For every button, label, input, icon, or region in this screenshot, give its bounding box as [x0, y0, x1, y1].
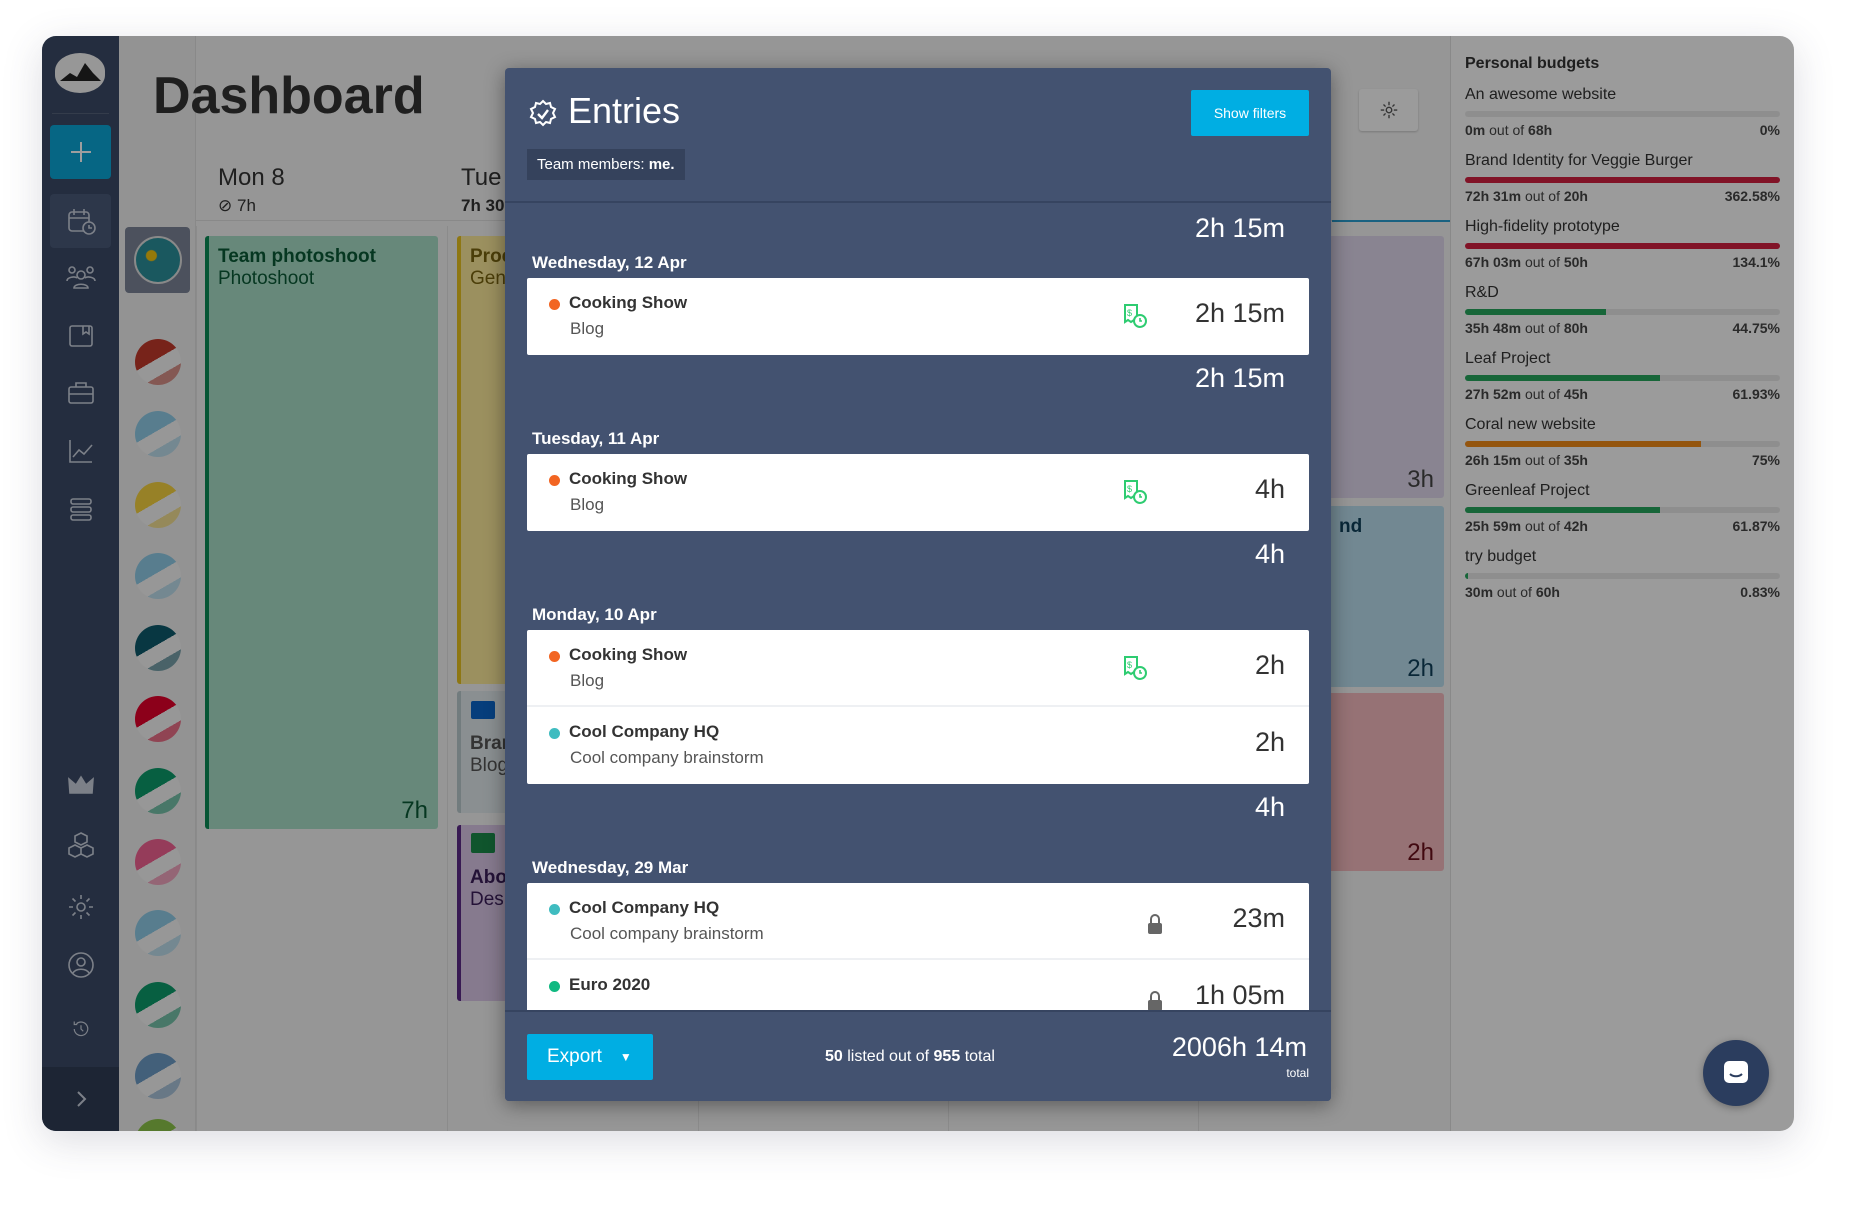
entries-card: Cooking Show Blog $2h Cool Company HQ Cool c…	[527, 630, 1309, 784]
group-total: 2h 15m	[1194, 363, 1285, 393]
filter-label: Team members:	[537, 156, 645, 173]
svg-text:$: $	[1127, 308, 1132, 318]
entries-card: Cool Company HQ Cool company brainstorm 23…	[527, 883, 1309, 1010]
svg-text:$: $	[1127, 660, 1132, 670]
lock-icon	[1148, 991, 1162, 1010]
entry-duration: 4h	[1254, 474, 1285, 504]
entry-duration: 1h 05m	[1194, 980, 1285, 1010]
date-heading: Wednesday, 29 Mar	[532, 858, 689, 877]
modal-footer: Export ▼ 50 listed out of 955 total 2006h…	[505, 1010, 1331, 1101]
entries-card: Cooking Show Blog $4h	[527, 454, 1309, 531]
total-text: total	[964, 1048, 995, 1065]
modal-title: Entries	[568, 90, 681, 131]
entry-duration: 2h	[1254, 650, 1285, 680]
entry-project: Cooking Show	[569, 293, 688, 312]
listed-text: listed out of	[847, 1048, 930, 1065]
export-button[interactable]: Export ▼	[527, 1034, 653, 1080]
entry-project: Cool Company HQ	[569, 722, 720, 741]
listed-count: 50 listed out of 955 total	[825, 1048, 995, 1066]
app-window: Dashboard Mon 8 ⊘ 7h Tue 7h 30m Team pho…	[42, 36, 1794, 1131]
entries-modal: Entries Team members: me. Show filters 2…	[505, 68, 1331, 1101]
group-total: 4h	[1254, 539, 1285, 569]
total-count: 955	[933, 1048, 961, 1065]
modal-header: Entries Team members: me. Show filters	[505, 68, 1331, 203]
project-color-dot	[549, 981, 560, 992]
entries-list: 2h 15m Wednesday, 12 Apr Cooking Show Blog $…	[505, 205, 1331, 1010]
billable-time-icon: $	[1124, 480, 1147, 504]
entry-row[interactable]: Cool Company HQ Cool company brainstorm 2h	[527, 707, 1309, 784]
caret-down-icon: ▼	[619, 1050, 632, 1064]
date-heading: Monday, 10 Apr	[532, 605, 657, 624]
date-heading: Tuesday, 11 Apr	[532, 429, 660, 448]
entry-row[interactable]: Cooking Show Blog $4h	[527, 454, 1309, 531]
project-color-dot	[549, 651, 560, 662]
entries-card: Cooking Show Blog $2h 15m	[527, 278, 1309, 355]
entry-task: Blog	[570, 319, 605, 338]
export-label: Export	[547, 1046, 602, 1067]
chat-button[interactable]	[1703, 1040, 1769, 1106]
entry-row[interactable]: Euro 2020 1h 05m	[527, 960, 1309, 1010]
entry-task: Cool company brainstorm	[570, 924, 764, 943]
svg-text:$: $	[1127, 484, 1132, 494]
entry-task: Cool company brainstorm	[570, 748, 764, 767]
entry-row[interactable]: Cooking Show Blog $2h	[527, 630, 1309, 707]
date-heading: Wednesday, 12 Apr	[532, 253, 687, 272]
grand-total: 2006h 14m	[1171, 1032, 1307, 1062]
show-filters-button[interactable]: Show filters	[1191, 90, 1309, 136]
group-total: 4h	[1254, 792, 1285, 822]
entry-task: Blog	[570, 495, 605, 514]
filter-value: me.	[648, 156, 675, 173]
billable-time-icon: $	[1124, 656, 1147, 680]
filter-summary[interactable]: Team members: me.	[527, 149, 685, 180]
entry-task: Blog	[570, 671, 605, 690]
project-color-dot	[549, 728, 560, 739]
entry-project: Cooking Show	[569, 645, 688, 664]
entry-project: Cooking Show	[569, 469, 688, 488]
entry-project: Euro 2020	[569, 975, 651, 994]
billable-time-icon: $	[1124, 304, 1147, 328]
check-badge-icon	[529, 99, 557, 127]
entry-row[interactable]: Cooking Show Blog $2h 15m	[527, 278, 1309, 355]
entry-project: Cool Company HQ	[569, 898, 720, 917]
entry-row[interactable]: Cool Company HQ Cool company brainstorm 23…	[527, 883, 1309, 960]
project-color-dot	[549, 904, 560, 915]
entry-duration: 23m	[1232, 903, 1285, 933]
grand-total-label: total	[1286, 1066, 1309, 1080]
group-total: 2h 15m	[1194, 213, 1285, 243]
chat-icon	[1724, 1061, 1748, 1083]
lock-icon	[1148, 914, 1162, 934]
listed-number: 50	[825, 1048, 843, 1065]
project-color-dot	[549, 299, 560, 310]
entry-duration: 2h	[1254, 727, 1285, 757]
project-color-dot	[549, 475, 560, 486]
entry-duration: 2h 15m	[1194, 298, 1285, 328]
